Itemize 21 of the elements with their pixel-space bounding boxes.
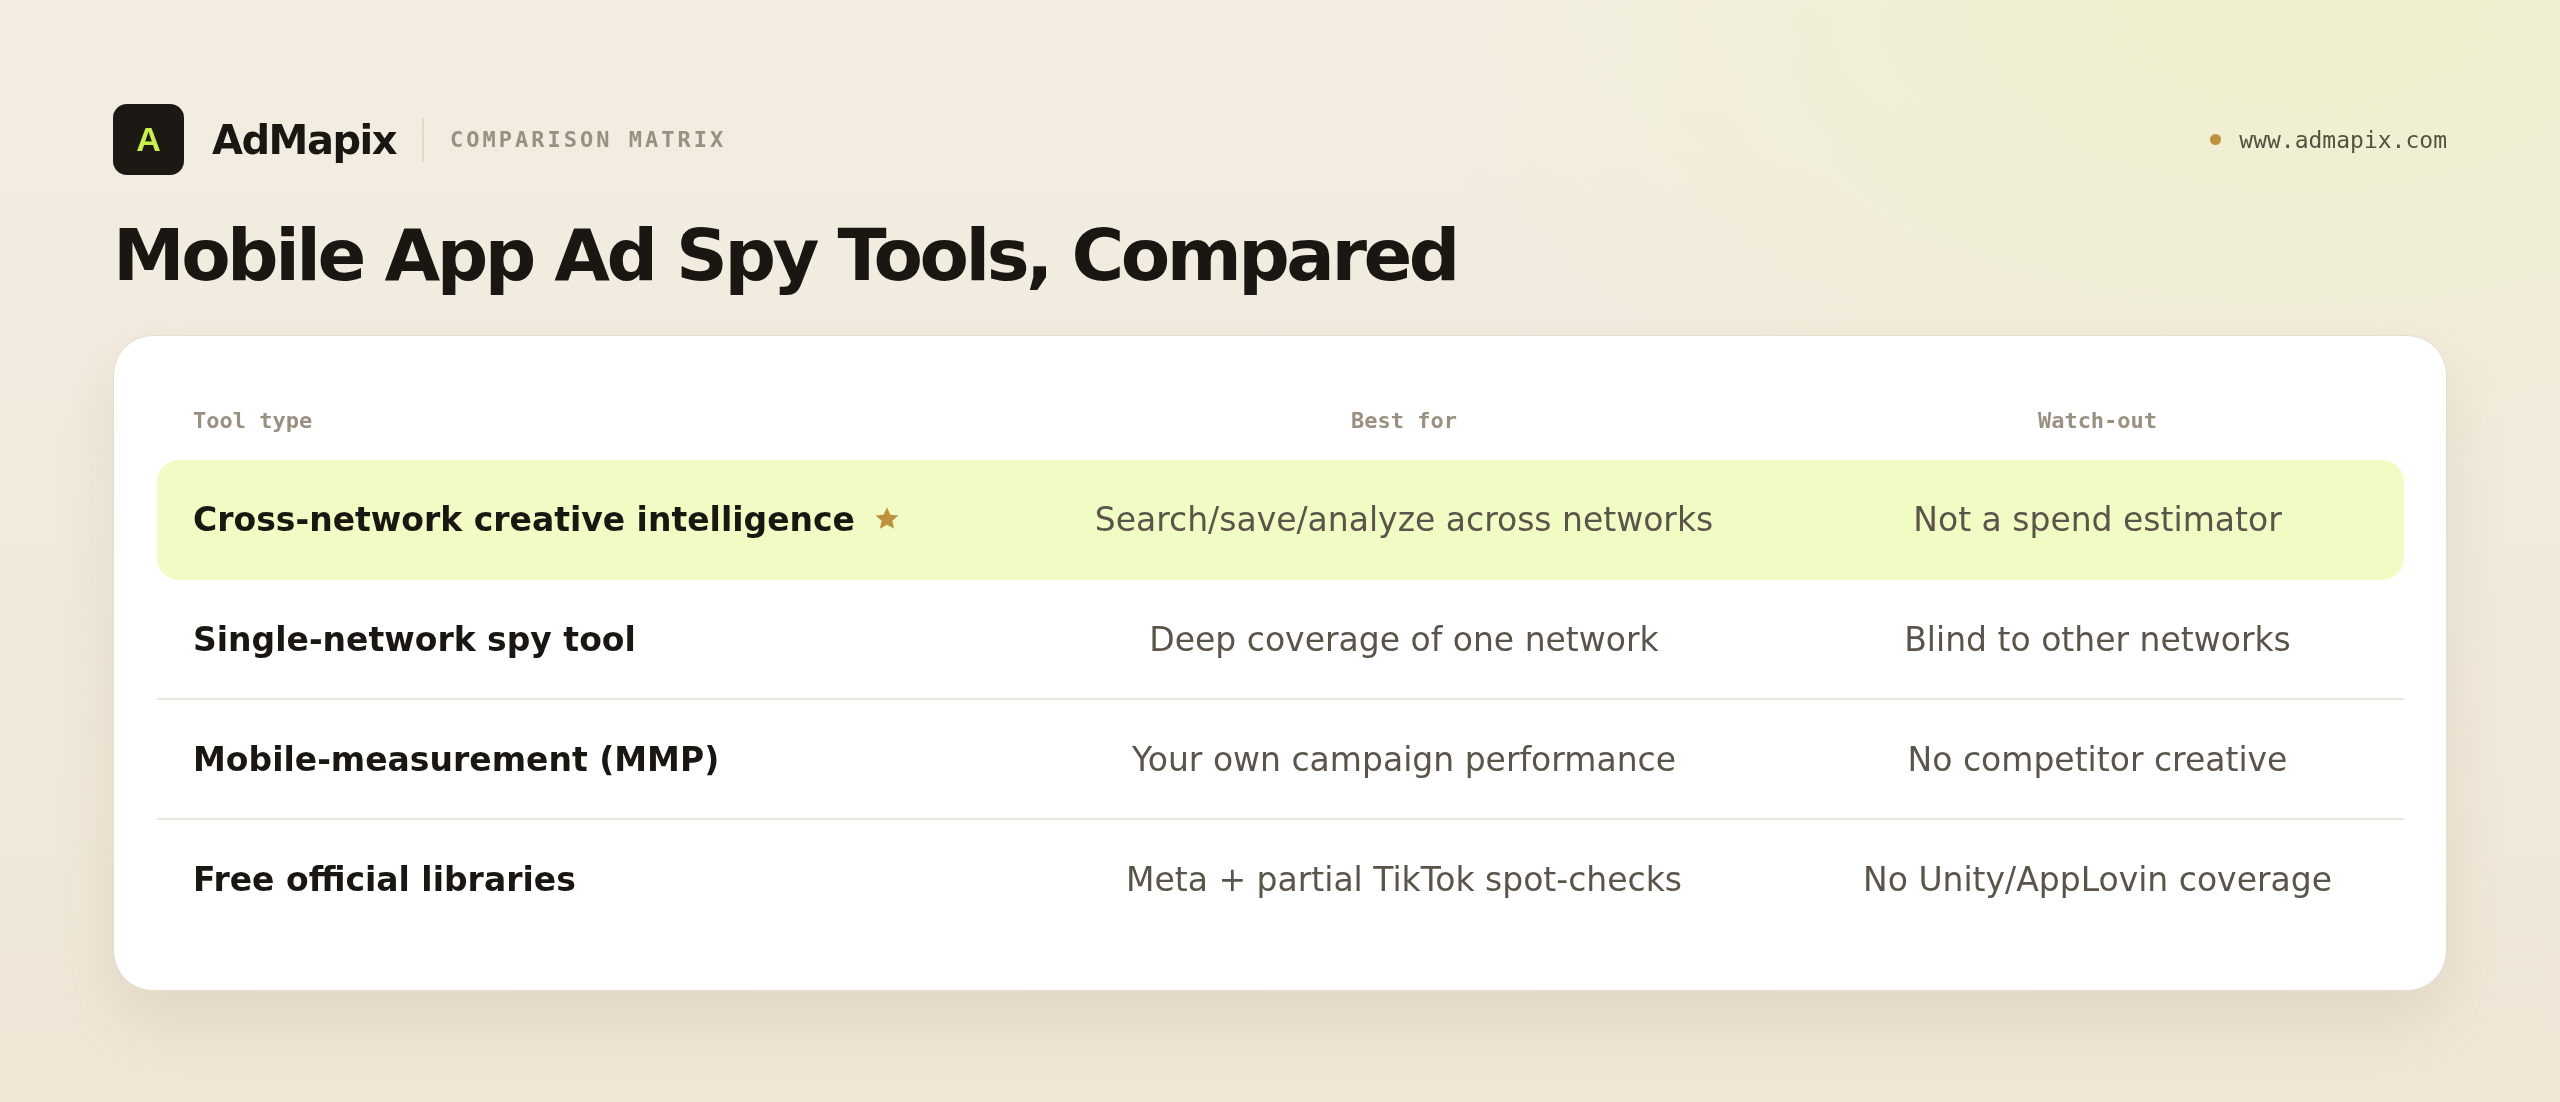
table-cell-text: Deep coverage of one network — [1148, 619, 1660, 659]
table-cell-text: Blind to other networks — [1903, 619, 2292, 659]
website-url: www.admapix.com — [2239, 126, 2447, 153]
page-title: Mobile App Ad Spy Tools, Compared — [113, 212, 1457, 299]
table-cell-text: Search/save/analyze across networks — [1093, 499, 1715, 539]
table-cell: Mobile-measurement (MMP) — [193, 739, 720, 779]
logo-icon: A — [113, 104, 184, 175]
table-cell-text: Meta + partial TikTok spot-checks — [1124, 859, 1683, 899]
table-cell-text: No competitor creative — [1906, 739, 2289, 779]
tagline: COMPARISON MATRIX — [450, 127, 727, 152]
table-cell-text: Not a spend estimator — [1912, 499, 2283, 539]
table-cell-text: Your own campaign performance — [1130, 739, 1678, 779]
column-header: Tool type — [193, 407, 314, 433]
dot-icon — [2210, 134, 2222, 145]
column-header: Best for — [1350, 407, 1458, 433]
table-cell-text: No Unity/AppLovin coverage — [1862, 859, 2333, 899]
table-cell: Cross-network creative intelligence — [193, 499, 855, 539]
brand-name: AdMapix — [212, 116, 397, 163]
table-cell: Single-network spy tool — [193, 619, 636, 659]
table-cell: Free official libraries — [193, 859, 576, 899]
column-header: Watch-out — [2036, 407, 2159, 433]
